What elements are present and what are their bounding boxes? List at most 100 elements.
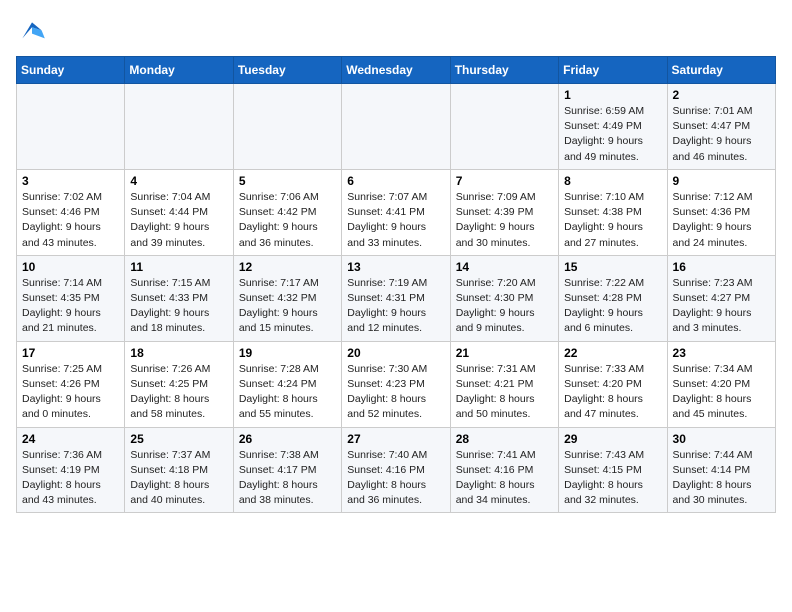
calendar-cell: 25 Sunrise: 7:37 AMSunset: 4:18 PMDayligh… bbox=[125, 427, 233, 513]
day-number: 11 bbox=[130, 260, 227, 274]
day-number: 19 bbox=[239, 346, 336, 360]
calendar-cell: 16 Sunrise: 7:23 AMSunset: 4:27 PMDayligh… bbox=[667, 255, 775, 341]
day-info: Sunrise: 7:10 AMSunset: 4:38 PMDaylight:… bbox=[564, 190, 661, 251]
day-info: Sunrise: 7:41 AMSunset: 4:16 PMDaylight:… bbox=[456, 448, 553, 509]
day-info: Sunrise: 7:34 AMSunset: 4:20 PMDaylight:… bbox=[673, 362, 770, 423]
day-info: Sunrise: 7:04 AMSunset: 4:44 PMDaylight:… bbox=[130, 190, 227, 251]
day-number: 28 bbox=[456, 432, 553, 446]
day-info: Sunrise: 7:37 AMSunset: 4:18 PMDaylight:… bbox=[130, 448, 227, 509]
day-info: Sunrise: 7:19 AMSunset: 4:31 PMDaylight:… bbox=[347, 276, 444, 337]
day-info: Sunrise: 7:31 AMSunset: 4:21 PMDaylight:… bbox=[456, 362, 553, 423]
column-header-friday: Friday bbox=[559, 57, 667, 84]
day-number: 5 bbox=[239, 174, 336, 188]
day-info: Sunrise: 7:36 AMSunset: 4:19 PMDaylight:… bbox=[22, 448, 119, 509]
calendar-cell: 6 Sunrise: 7:07 AMSunset: 4:41 PMDaylight… bbox=[342, 169, 450, 255]
day-number: 21 bbox=[456, 346, 553, 360]
day-info: Sunrise: 6:59 AMSunset: 4:49 PMDaylight:… bbox=[564, 104, 661, 165]
day-info: Sunrise: 7:43 AMSunset: 4:15 PMDaylight:… bbox=[564, 448, 661, 509]
day-number: 4 bbox=[130, 174, 227, 188]
calendar-cell: 27 Sunrise: 7:40 AMSunset: 4:16 PMDayligh… bbox=[342, 427, 450, 513]
day-number: 2 bbox=[673, 88, 770, 102]
calendar-week-3: 10Sunrise: 7:14 AMSunset: 4:35 PMDayligh… bbox=[17, 255, 776, 341]
day-number: 1 bbox=[564, 88, 661, 102]
day-info: Sunrise: 7:15 AMSunset: 4:33 PMDaylight:… bbox=[130, 276, 227, 337]
calendar-cell bbox=[233, 84, 341, 170]
day-info: Sunrise: 7:30 AMSunset: 4:23 PMDaylight:… bbox=[347, 362, 444, 423]
column-header-thursday: Thursday bbox=[450, 57, 558, 84]
calendar-cell: 20 Sunrise: 7:30 AMSunset: 4:23 PMDayligh… bbox=[342, 341, 450, 427]
calendar-cell bbox=[17, 84, 125, 170]
calendar-cell: 15 Sunrise: 7:22 AMSunset: 4:28 PMDayligh… bbox=[559, 255, 667, 341]
calendar-cell: 11 Sunrise: 7:15 AMSunset: 4:33 PMDayligh… bbox=[125, 255, 233, 341]
calendar-cell: 24 Sunrise: 7:36 AMSunset: 4:19 PMDayligh… bbox=[17, 427, 125, 513]
day-number: 27 bbox=[347, 432, 444, 446]
calendar-cell: 2 Sunrise: 7:01 AMSunset: 4:47 PMDaylight… bbox=[667, 84, 775, 170]
calendar-week-5: 24 Sunrise: 7:36 AMSunset: 4:19 PMDayligh… bbox=[17, 427, 776, 513]
calendar-cell: 7 Sunrise: 7:09 AMSunset: 4:39 PMDaylight… bbox=[450, 169, 558, 255]
day-number: 17 bbox=[22, 346, 119, 360]
day-info: Sunrise: 7:22 AMSunset: 4:28 PMDaylight:… bbox=[564, 276, 661, 337]
day-number: 9 bbox=[673, 174, 770, 188]
day-number: 20 bbox=[347, 346, 444, 360]
calendar-week-4: 17Sunrise: 7:25 AMSunset: 4:26 PMDayligh… bbox=[17, 341, 776, 427]
calendar-cell: 1 Sunrise: 6:59 AMSunset: 4:49 PMDaylight… bbox=[559, 84, 667, 170]
calendar-cell: 21 Sunrise: 7:31 AMSunset: 4:21 PMDayligh… bbox=[450, 341, 558, 427]
calendar-cell: 18 Sunrise: 7:26 AMSunset: 4:25 PMDayligh… bbox=[125, 341, 233, 427]
day-number: 30 bbox=[673, 432, 770, 446]
day-number: 25 bbox=[130, 432, 227, 446]
day-number: 12 bbox=[239, 260, 336, 274]
column-header-wednesday: Wednesday bbox=[342, 57, 450, 84]
day-info: Sunrise: 7:33 AMSunset: 4:20 PMDaylight:… bbox=[564, 362, 661, 423]
calendar-cell: 5 Sunrise: 7:06 AMSunset: 4:42 PMDaylight… bbox=[233, 169, 341, 255]
day-number: 24 bbox=[22, 432, 119, 446]
day-number: 14 bbox=[456, 260, 553, 274]
calendar-cell: 3 Sunrise: 7:02 AMSunset: 4:46 PMDaylight… bbox=[17, 169, 125, 255]
day-info: Sunrise: 7:17 AMSunset: 4:32 PMDaylight:… bbox=[239, 276, 336, 337]
day-info: Sunrise: 7:06 AMSunset: 4:42 PMDaylight:… bbox=[239, 190, 336, 251]
page-header bbox=[16, 16, 776, 48]
logo bbox=[16, 16, 54, 48]
calendar-cell: 4 Sunrise: 7:04 AMSunset: 4:44 PMDaylight… bbox=[125, 169, 233, 255]
calendar-week-1: 1 Sunrise: 6:59 AMSunset: 4:49 PMDaylight… bbox=[17, 84, 776, 170]
day-number: 15 bbox=[564, 260, 661, 274]
day-info: Sunrise: 7:01 AMSunset: 4:47 PMDaylight:… bbox=[673, 104, 770, 165]
day-info: Sunrise: 7:38 AMSunset: 4:17 PMDaylight:… bbox=[239, 448, 336, 509]
logo-icon bbox=[16, 16, 48, 48]
column-header-tuesday: Tuesday bbox=[233, 57, 341, 84]
calendar-cell: 29 Sunrise: 7:43 AMSunset: 4:15 PMDayligh… bbox=[559, 427, 667, 513]
calendar-cell: 26 Sunrise: 7:38 AMSunset: 4:17 PMDayligh… bbox=[233, 427, 341, 513]
day-number: 13 bbox=[347, 260, 444, 274]
calendar-cell: 17Sunrise: 7:25 AMSunset: 4:26 PMDayligh… bbox=[17, 341, 125, 427]
calendar-cell: 13 Sunrise: 7:19 AMSunset: 4:31 PMDayligh… bbox=[342, 255, 450, 341]
day-info: Sunrise: 7:23 AMSunset: 4:27 PMDaylight:… bbox=[673, 276, 770, 337]
day-info: Sunrise: 7:26 AMSunset: 4:25 PMDaylight:… bbox=[130, 362, 227, 423]
day-info: Sunrise: 7:07 AMSunset: 4:41 PMDaylight:… bbox=[347, 190, 444, 251]
calendar-cell: 8 Sunrise: 7:10 AMSunset: 4:38 PMDaylight… bbox=[559, 169, 667, 255]
day-number: 7 bbox=[456, 174, 553, 188]
day-info: Sunrise: 7:28 AMSunset: 4:24 PMDaylight:… bbox=[239, 362, 336, 423]
day-number: 8 bbox=[564, 174, 661, 188]
day-number: 3 bbox=[22, 174, 119, 188]
day-number: 26 bbox=[239, 432, 336, 446]
calendar-week-2: 3 Sunrise: 7:02 AMSunset: 4:46 PMDaylight… bbox=[17, 169, 776, 255]
day-number: 6 bbox=[347, 174, 444, 188]
calendar: SundayMondayTuesdayWednesdayThursdayFrid… bbox=[16, 56, 776, 513]
calendar-cell: 10Sunrise: 7:14 AMSunset: 4:35 PMDayligh… bbox=[17, 255, 125, 341]
calendar-cell: 22Sunrise: 7:33 AMSunset: 4:20 PMDayligh… bbox=[559, 341, 667, 427]
calendar-cell bbox=[125, 84, 233, 170]
day-number: 18 bbox=[130, 346, 227, 360]
calendar-cell: 23 Sunrise: 7:34 AMSunset: 4:20 PMDayligh… bbox=[667, 341, 775, 427]
calendar-cell bbox=[450, 84, 558, 170]
column-header-saturday: Saturday bbox=[667, 57, 775, 84]
calendar-cell: 28 Sunrise: 7:41 AMSunset: 4:16 PMDayligh… bbox=[450, 427, 558, 513]
day-info: Sunrise: 7:44 AMSunset: 4:14 PMDaylight:… bbox=[673, 448, 770, 509]
day-info: Sunrise: 7:09 AMSunset: 4:39 PMDaylight:… bbox=[456, 190, 553, 251]
calendar-cell: 19 Sunrise: 7:28 AMSunset: 4:24 PMDayligh… bbox=[233, 341, 341, 427]
day-number: 23 bbox=[673, 346, 770, 360]
day-info: Sunrise: 7:02 AMSunset: 4:46 PMDaylight:… bbox=[22, 190, 119, 251]
day-number: 16 bbox=[673, 260, 770, 274]
column-header-sunday: Sunday bbox=[17, 57, 125, 84]
day-info: Sunrise: 7:40 AMSunset: 4:16 PMDaylight:… bbox=[347, 448, 444, 509]
day-info: Sunrise: 7:12 AMSunset: 4:36 PMDaylight:… bbox=[673, 190, 770, 251]
day-number: 29 bbox=[564, 432, 661, 446]
